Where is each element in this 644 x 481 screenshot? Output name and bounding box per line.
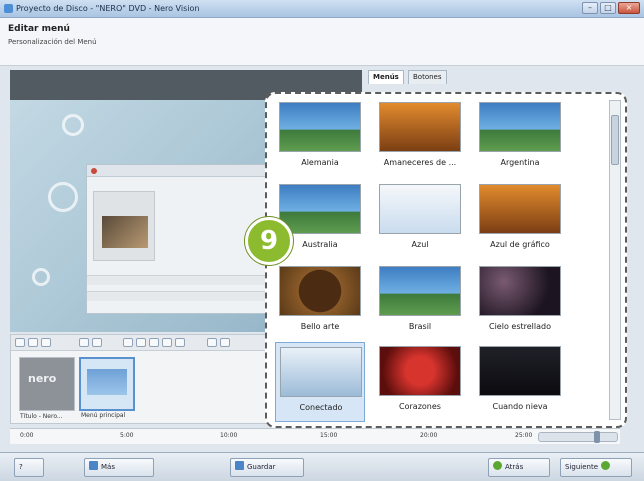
clip-label: Menú principal [81, 412, 126, 419]
template-thumbnail [379, 102, 461, 152]
template-label: Amaneceres de ... [383, 158, 457, 167]
wizard-header: Editar menú Personalización del Menú [0, 18, 644, 66]
window-controls: – □ × [582, 2, 640, 14]
template-label: Azul de gráfico [490, 240, 550, 249]
zoom-slider[interactable] [538, 431, 618, 443]
template-item[interactable]: Bello arte [275, 262, 365, 342]
help-label: ? [19, 463, 23, 471]
tool-icon[interactable] [136, 338, 146, 347]
app-icon [4, 4, 13, 13]
back-label: Atrás [505, 463, 524, 471]
template-label: Cielo estrellado [489, 322, 551, 331]
template-item-selected[interactable]: Conectado [275, 342, 365, 422]
tool-icon[interactable] [41, 338, 51, 347]
more-button[interactable]: Más [84, 458, 154, 477]
save-label: Guardar [247, 463, 276, 471]
template-label: Conectado [299, 403, 343, 412]
save-button[interactable]: Guardar [230, 458, 304, 477]
template-item[interactable]: Amaneceres de ... [375, 98, 465, 178]
template-thumbnail [479, 102, 561, 152]
chapter-thumbnail[interactable] [93, 191, 155, 261]
template-label: Alemania [301, 158, 339, 167]
tool-icon[interactable] [79, 338, 89, 347]
tool-icon[interactable] [28, 338, 38, 347]
back-button[interactable]: Atrás [488, 458, 550, 477]
template-gallery: Alemania Amaneceres de ... Argentina Aus… [265, 92, 627, 428]
template-thumbnail [379, 266, 461, 316]
gallery-scrollbar[interactable] [609, 100, 621, 420]
next-arrow-icon [601, 461, 611, 470]
template-item[interactable]: Brasil [375, 262, 465, 342]
more-icon [89, 461, 98, 470]
tool-icon[interactable] [149, 338, 159, 347]
clip-label: Título - Nero... [20, 413, 63, 420]
tool-icon[interactable] [220, 338, 230, 347]
template-item[interactable]: Azul [375, 180, 465, 260]
ruler-tick: 25:00 [515, 432, 533, 439]
save-icon [235, 461, 244, 470]
tool-icon[interactable] [123, 338, 133, 347]
scrollbar-thumb[interactable] [611, 115, 619, 165]
template-label: Corazones [399, 402, 441, 411]
step-badge: 9 [245, 217, 293, 265]
frame-dot-icon [91, 168, 97, 174]
template-thumbnail [379, 346, 461, 396]
title-bar: Proyecto de Disco - "NERO" DVD - Nero Vi… [0, 0, 644, 18]
maximize-button[interactable]: □ [600, 2, 616, 14]
decor-circle [32, 268, 50, 286]
template-label: Azul [411, 240, 429, 249]
template-item[interactable]: Cielo estrellado [475, 262, 565, 342]
template-label: Argentina [500, 158, 540, 167]
tab-buttons[interactable]: Botones [408, 70, 447, 84]
template-label: Bello arte [300, 322, 340, 331]
nero-logo: nero [28, 372, 57, 385]
template-thumbnail [479, 346, 561, 396]
template-thumbnail [279, 102, 361, 152]
tool-icon[interactable] [175, 338, 185, 347]
template-thumbnail [280, 347, 362, 397]
timeline-clip-selected[interactable]: Menú principal [79, 357, 135, 419]
page-title: Editar menú [8, 24, 70, 34]
template-thumbnail [479, 266, 561, 316]
template-item[interactable]: Alemania [275, 98, 365, 178]
clip-thumbnail [87, 369, 127, 395]
template-thumbnail [279, 184, 361, 234]
ruler-tick: 5:00 [120, 432, 134, 439]
help-button[interactable]: ? [14, 458, 44, 477]
page-subtitle: Personalización del Menú [8, 38, 97, 46]
decor-circle [48, 182, 78, 212]
tool-icon[interactable] [15, 338, 25, 347]
more-label: Más [101, 463, 115, 471]
template-item[interactable]: Cuando nieva [475, 342, 565, 422]
template-thumbnail [479, 184, 561, 234]
template-thumbnail [379, 184, 461, 234]
ruler-tick: 10:00 [220, 432, 238, 439]
decor-circle [62, 114, 84, 136]
template-item[interactable]: Argentina [475, 98, 565, 178]
timeline-ruler: 0:00 5:00 10:00 15:00 20:00 25:00 [10, 428, 620, 444]
template-thumbnail [279, 266, 361, 316]
template-item[interactable]: Corazones [375, 342, 465, 422]
ruler-tick: 0:00 [20, 432, 34, 439]
tool-icon[interactable] [207, 338, 217, 347]
chapter-image [102, 216, 148, 248]
tool-icon[interactable] [162, 338, 172, 347]
minimize-button[interactable]: – [582, 2, 598, 14]
back-arrow-icon [493, 461, 502, 470]
menu-tabs: Menús Botones [368, 70, 478, 84]
ruler-tick: 20:00 [420, 432, 438, 439]
template-item[interactable]: Azul de gráfico [475, 180, 565, 260]
ruler-tick: 15:00 [320, 432, 338, 439]
zoom-slider-knob[interactable] [593, 431, 600, 443]
next-label: Siguiente [565, 463, 599, 471]
window-title: Proyecto de Disco - "NERO" DVD - Nero Vi… [16, 4, 200, 13]
template-label: Brasil [408, 322, 432, 331]
tool-icon[interactable] [92, 338, 102, 347]
timeline-clip[interactable]: nero Título - Nero... [19, 357, 75, 420]
next-button[interactable]: Siguiente [560, 458, 632, 477]
bottom-bar: ? Más Guardar Atrás Siguiente [0, 452, 644, 481]
close-button[interactable]: × [618, 2, 640, 14]
template-label: Cuando nieva [492, 402, 548, 411]
tab-menus[interactable]: Menús [368, 70, 404, 84]
